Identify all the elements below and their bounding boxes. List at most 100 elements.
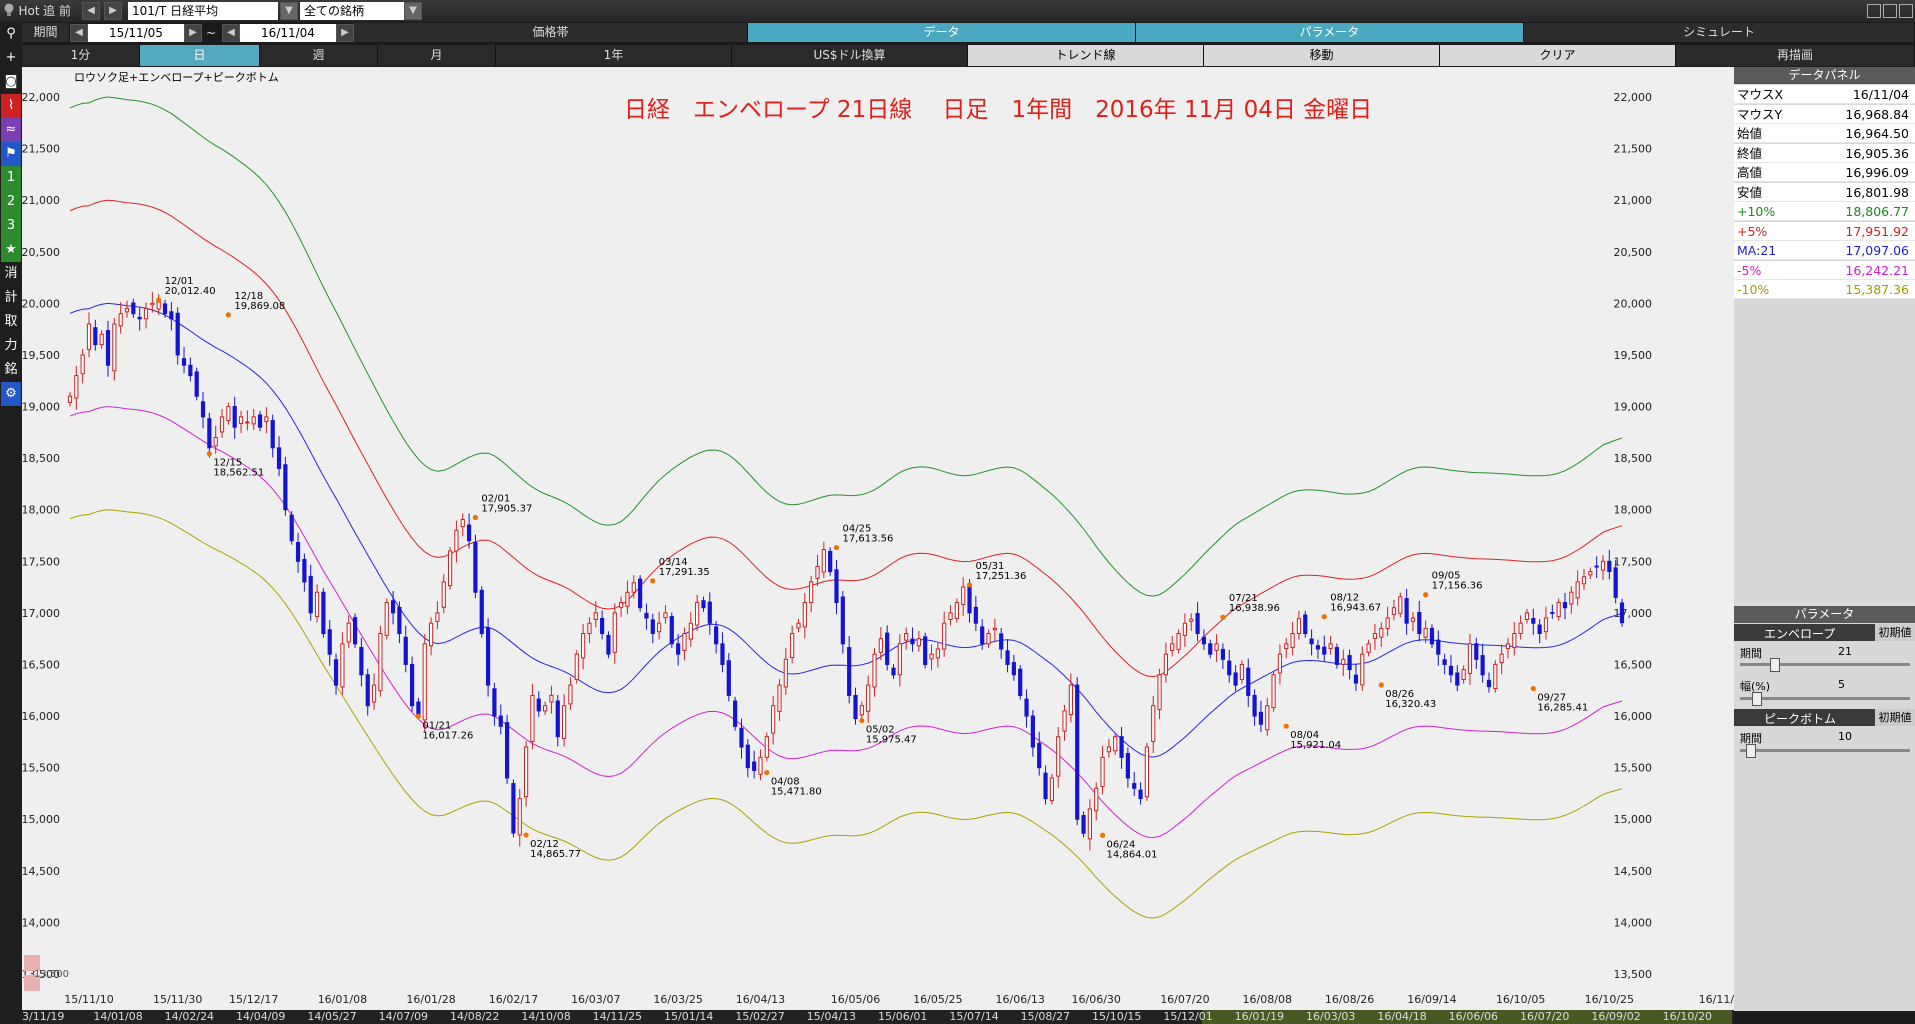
candle-body[interactable]	[644, 612, 649, 619]
candle-body[interactable]	[1208, 643, 1213, 655]
candle-body[interactable]	[1505, 643, 1511, 650]
candle-body[interactable]	[726, 660, 731, 696]
candle-body[interactable]	[1600, 560, 1606, 571]
candle-body[interactable]	[1594, 565, 1599, 568]
candle-body[interactable]	[1417, 611, 1422, 635]
tab-redraw[interactable]: 再描画	[1676, 45, 1915, 66]
width-slider[interactable]	[1740, 692, 1910, 706]
candle-body[interactable]	[1037, 742, 1042, 769]
candle-body[interactable]	[86, 323, 92, 350]
peak-period-slider[interactable]	[1740, 744, 1910, 758]
tab-price-band[interactable]: 価格帯	[354, 23, 748, 42]
candle-body[interactable]	[1151, 705, 1156, 742]
date-from-field[interactable]: 15/11/05	[88, 24, 184, 42]
candle-body[interactable]	[295, 542, 301, 562]
candle-body[interactable]	[999, 633, 1004, 650]
candle-body[interactable]	[581, 633, 586, 659]
candle-body[interactable]	[498, 715, 503, 727]
candle-body[interactable]	[1556, 602, 1561, 618]
candle-body[interactable]	[1170, 643, 1175, 651]
candle-body[interactable]	[314, 591, 320, 618]
candle-body[interactable]	[1252, 694, 1257, 717]
candle-body[interactable]	[422, 643, 427, 721]
candle-body[interactable]	[276, 447, 282, 469]
candle-body[interactable]	[657, 622, 662, 633]
candle-body[interactable]	[707, 601, 712, 624]
candle-body[interactable]	[859, 705, 864, 716]
candle-body[interactable]	[1486, 679, 1492, 688]
candle-body[interactable]	[1138, 789, 1143, 800]
candle-body[interactable]	[270, 420, 275, 449]
candle-body[interactable]	[1353, 674, 1359, 684]
candle-body[interactable]	[777, 684, 782, 712]
candle-body[interactable]	[80, 354, 85, 375]
candle-body[interactable]	[942, 622, 947, 650]
candle-body[interactable]	[1100, 756, 1105, 787]
candle-body[interactable]	[264, 416, 269, 423]
candle-body[interactable]	[1271, 674, 1276, 709]
candle-body[interactable]	[1562, 602, 1568, 609]
search-icon[interactable]: ⚲	[1, 22, 21, 46]
candle-body[interactable]	[523, 746, 529, 798]
period-slider[interactable]	[1740, 658, 1910, 672]
candle-body[interactable]	[289, 514, 294, 542]
candle-body[interactable]	[739, 727, 744, 748]
candle-body[interactable]	[815, 565, 820, 579]
candle-body[interactable]	[150, 302, 155, 306]
lightbulb-icon[interactable]	[0, 2, 18, 20]
candle-body[interactable]	[663, 612, 668, 619]
candle-body[interactable]	[378, 633, 383, 692]
candle-body[interactable]	[1398, 596, 1403, 614]
market-select[interactable]: 全ての銘柄	[300, 2, 404, 20]
candle-body[interactable]	[112, 323, 117, 372]
candle-body[interactable]	[1512, 633, 1517, 649]
tab-1year[interactable]: 1年	[496, 45, 732, 66]
candle-body[interactable]	[840, 596, 845, 645]
peak-slider-handle[interactable]	[1746, 744, 1756, 758]
date-to-field[interactable]: 16/11/04	[240, 24, 336, 42]
candle-body[interactable]	[650, 619, 655, 635]
candle-body[interactable]	[308, 575, 313, 614]
candle-body[interactable]	[555, 700, 560, 738]
candle-body[interactable]	[910, 638, 915, 645]
candle-body[interactable]	[1461, 669, 1466, 681]
maximize-icon[interactable]	[1883, 4, 1897, 18]
candle-body[interactable]	[137, 316, 142, 320]
candle-body[interactable]	[1011, 662, 1016, 676]
candle-body[interactable]	[454, 529, 459, 552]
candle-body[interactable]	[1575, 581, 1580, 599]
symbol-field[interactable]: 101/T 日経平均	[128, 2, 278, 20]
candle-body[interactable]	[1328, 643, 1333, 650]
candle-body[interactable]	[866, 684, 871, 712]
candle-body[interactable]	[688, 622, 693, 640]
tool-力-button[interactable]: 力	[1, 334, 21, 358]
candle-body[interactable]	[1227, 660, 1232, 676]
candle-body[interactable]	[1423, 627, 1428, 638]
overview-date-bar[interactable]: 3/11/19 14/01/08 14/02/24 14/04/09 14/05/27 1…	[22, 1010, 1734, 1024]
candle-body[interactable]	[758, 756, 763, 775]
candle-body[interactable]	[1360, 653, 1365, 686]
candle-body[interactable]	[1436, 639, 1441, 655]
candle-body[interactable]	[891, 667, 896, 676]
candle-body[interactable]	[283, 464, 288, 511]
candle-body[interactable]	[371, 684, 377, 703]
candle-body[interactable]	[1531, 617, 1536, 624]
next-symbol-button[interactable]: ▶	[104, 2, 122, 20]
line-chart-icon[interactable]: ⌇	[1, 94, 21, 118]
candle-body[interactable]	[695, 602, 700, 626]
candle-body[interactable]	[1537, 624, 1542, 635]
candle-body[interactable]	[257, 414, 263, 428]
star-icon[interactable]: ★	[1, 238, 21, 262]
candle-body[interactable]	[834, 569, 839, 604]
candle-body[interactable]	[701, 600, 706, 609]
candle-body[interactable]	[219, 416, 225, 433]
candle-body[interactable]	[1087, 808, 1092, 840]
candle-body[interactable]	[1125, 753, 1130, 779]
candle-body[interactable]	[676, 643, 681, 655]
candle-body[interactable]	[1303, 614, 1308, 635]
candle-body[interactable]	[232, 406, 237, 428]
candle-body[interactable]	[847, 647, 852, 696]
candle-body[interactable]	[980, 626, 985, 645]
crosshair-icon[interactable]: +	[1, 46, 21, 70]
candle-body[interactable]	[1163, 653, 1169, 676]
